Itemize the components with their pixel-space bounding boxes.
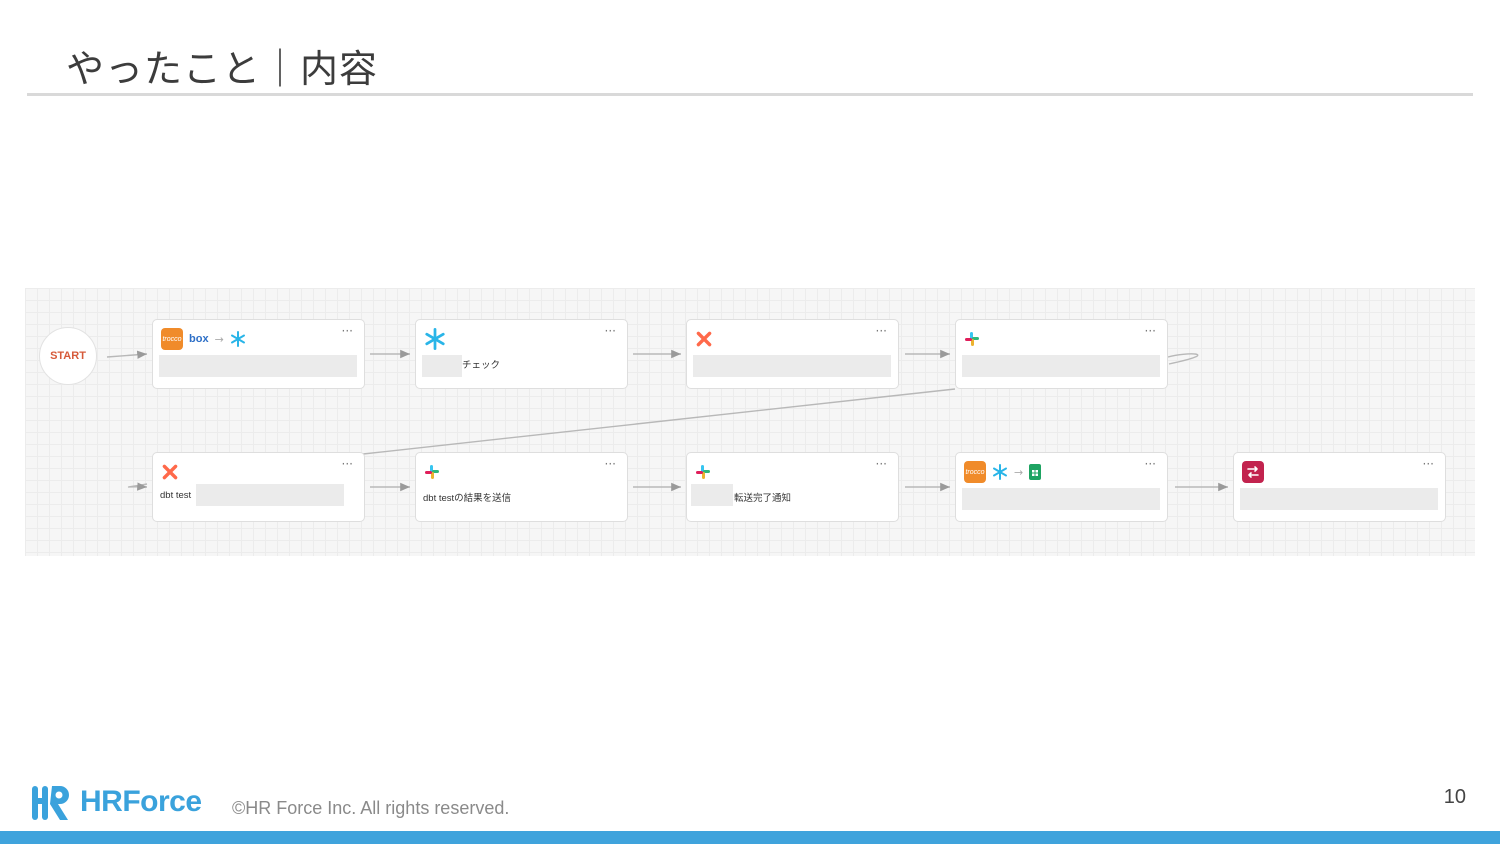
- workflow-node-dbt[interactable]: ···: [686, 319, 899, 389]
- node-label: 転送完了通知: [734, 493, 792, 504]
- node-label: dbt test: [160, 490, 192, 501]
- redacted-label: [422, 355, 462, 377]
- node-menu-icon[interactable]: ···: [342, 324, 353, 338]
- node-label: dbt testの結果を送信: [423, 493, 512, 504]
- page-number: 10: [1443, 786, 1466, 808]
- workflow-node-slack-transfer-complete[interactable]: ··· 転送完了通知: [686, 452, 899, 522]
- slack-icon: [425, 465, 439, 479]
- footer-bar: [0, 831, 1500, 844]
- node-icons: [695, 461, 711, 483]
- workflow-node-trocco-snowflake-to-sheets[interactable]: trocco → ···: [955, 452, 1168, 522]
- workflow-node-slack-dbt-result[interactable]: ··· dbt testの結果を送信: [415, 452, 628, 522]
- redacted-label: [196, 484, 344, 506]
- box-icon: box: [189, 333, 209, 345]
- redacted-label: [1240, 488, 1438, 510]
- node-menu-icon[interactable]: ···: [1145, 324, 1156, 338]
- copyright-text: ©HR Force Inc. All rights reserved.: [232, 798, 510, 818]
- google-sheets-icon: [1029, 464, 1042, 480]
- snowflake-icon: [993, 464, 1007, 480]
- slack-icon: [696, 465, 710, 479]
- title-divider: [27, 93, 1473, 96]
- workflow-node-dbt-test[interactable]: ··· dbt test: [152, 452, 365, 522]
- node-icons: [964, 328, 980, 350]
- slack-icon: [965, 332, 979, 346]
- node-icons: trocco →: [964, 461, 1042, 483]
- workflow-node-trocco-box-to-snowflake[interactable]: trocco box → ···: [152, 319, 365, 389]
- edge-n4-n5: [1167, 353, 1199, 365]
- edge-n4-n5-diagonal: [362, 388, 956, 455]
- start-node[interactable]: START: [39, 327, 97, 385]
- edge-n5-entry: [127, 482, 148, 491]
- node-menu-icon[interactable]: ···: [1423, 457, 1434, 471]
- trocco-icon: trocco: [964, 461, 986, 483]
- node-icons: [695, 328, 713, 350]
- node-menu-icon[interactable]: ···: [876, 324, 887, 338]
- edge-start-n1: [106, 350, 148, 359]
- node-icons: [424, 461, 440, 483]
- workflow-node-workflow[interactable]: ···: [1233, 452, 1446, 522]
- node-menu-icon[interactable]: ···: [1145, 457, 1156, 471]
- node-menu-icon[interactable]: ···: [876, 457, 887, 471]
- redacted-label: [693, 355, 891, 377]
- node-icons: trocco box →: [161, 328, 246, 350]
- logo-text: HRForce: [80, 785, 202, 818]
- node-menu-icon[interactable]: ···: [342, 457, 353, 471]
- redacted-label: [159, 355, 357, 377]
- workflow-icon: [1242, 461, 1264, 483]
- dbt-icon: [696, 331, 712, 347]
- redacted-label: [691, 484, 733, 506]
- node-menu-icon[interactable]: ···: [605, 457, 616, 471]
- redacted-label: [962, 355, 1160, 377]
- node-icons: [161, 461, 179, 483]
- page-title: やったこと｜内容: [66, 47, 379, 91]
- workflow-node-snowflake-check[interactable]: ··· チェック: [415, 319, 628, 389]
- workflow-node-slack[interactable]: ···: [955, 319, 1168, 389]
- node-menu-icon[interactable]: ···: [605, 324, 616, 338]
- trocco-icon: trocco: [161, 328, 183, 350]
- snowflake-icon: [230, 331, 245, 347]
- node-label: チェック: [462, 360, 501, 371]
- company-logo: HRForce: [30, 782, 202, 822]
- snowflake-icon: [425, 328, 445, 350]
- arrow-icon: →: [1014, 465, 1024, 479]
- node-icons: [1242, 461, 1264, 483]
- node-icons: [424, 328, 446, 350]
- hrforce-logo-icon: [32, 786, 69, 820]
- redacted-label: [962, 488, 1160, 510]
- dbt-icon: [162, 464, 178, 480]
- arrow-icon: →: [214, 332, 224, 346]
- workflow-canvas[interactable]: START trocco box → ··· ··· チェック ··· ··· …: [25, 288, 1475, 556]
